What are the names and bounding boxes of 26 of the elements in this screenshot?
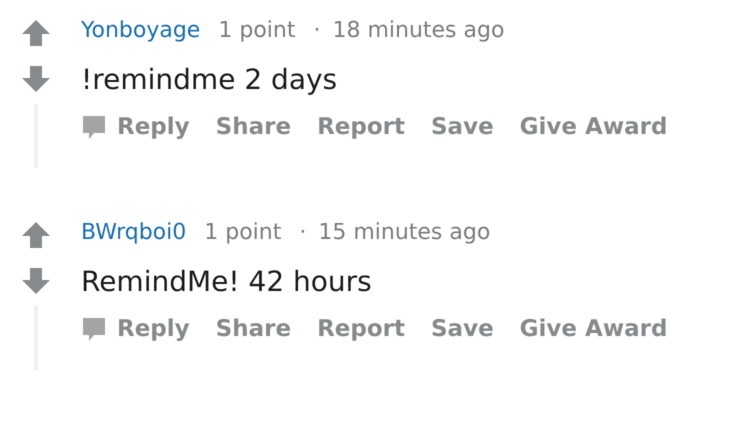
downvote-icon[interactable] [20, 64, 50, 94]
action-button[interactable]: Report [317, 114, 405, 140]
action-button[interactable]: Give Award [520, 316, 668, 342]
action-button[interactable]: Save [430, 114, 494, 140]
score: 1 point [218, 18, 296, 43]
username[interactable]: Yonboyage [81, 18, 200, 43]
comment-icon [81, 114, 107, 140]
reply-button[interactable]: Reply [81, 316, 190, 342]
upvote-icon[interactable] [20, 18, 50, 48]
timestamp: 15 minutes ago [318, 220, 490, 245]
action-button[interactable]: Share [216, 114, 292, 140]
action-button[interactable]: Share [216, 316, 292, 342]
timestamp: 18 minutes ago [332, 18, 504, 43]
action-button[interactable]: Save [430, 316, 494, 342]
username[interactable]: BWrqboi0 [81, 220, 186, 245]
upvote-icon[interactable] [20, 220, 50, 250]
comment-text: RemindMe! 42 hours [81, 264, 373, 300]
separator: · [299, 220, 306, 245]
action-button[interactable]: Give Award [520, 114, 668, 140]
score: 1 point [204, 220, 282, 245]
downvote-icon[interactable] [20, 266, 50, 296]
comment-icon [81, 316, 107, 342]
separator: · [313, 18, 320, 43]
comment-text: !remindme 2 days [81, 62, 338, 98]
reply-button[interactable]: Reply [81, 114, 190, 140]
action-button[interactable]: Report [317, 316, 405, 342]
